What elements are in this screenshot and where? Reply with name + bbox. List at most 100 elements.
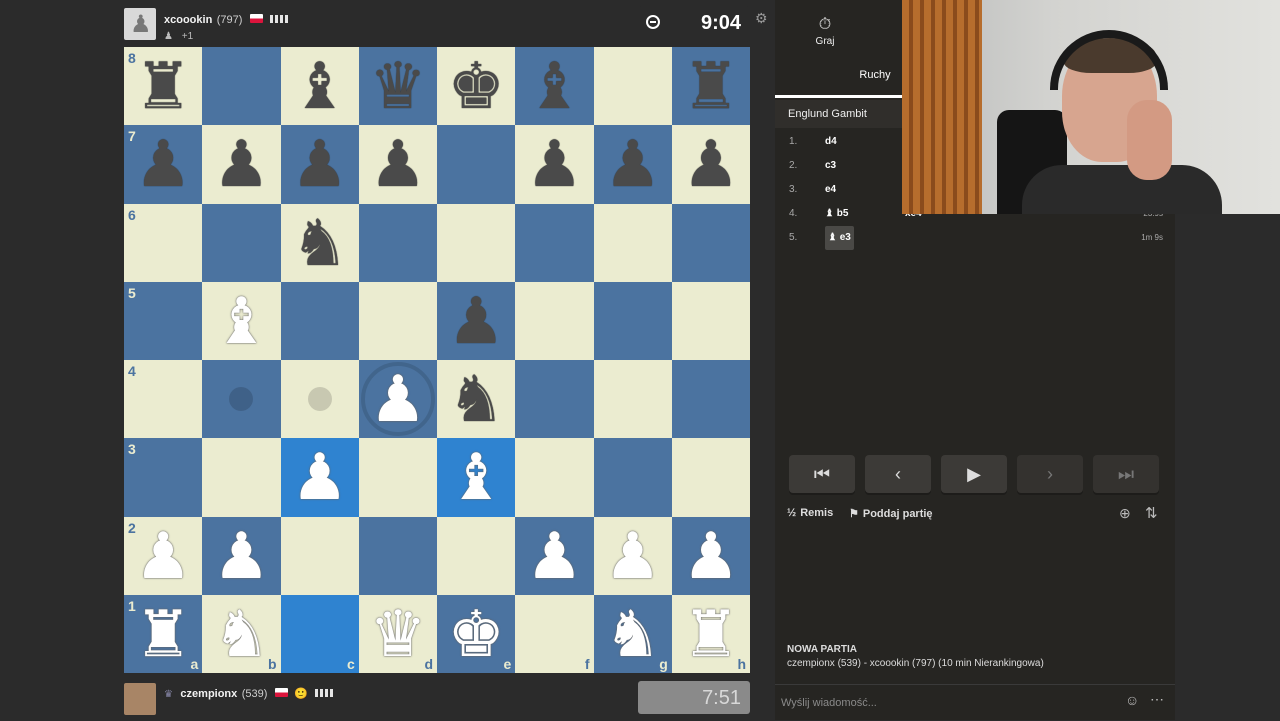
bottom-player-avatar[interactable] xyxy=(124,683,156,715)
bottom-player-name[interactable]: czempionx xyxy=(180,688,237,700)
more-icon[interactable]: ⋯ xyxy=(1150,691,1164,708)
black-knight-icon[interactable]: ♞ xyxy=(291,211,348,275)
play-button[interactable]: ▶ xyxy=(941,455,1007,493)
first-move-button[interactable]: ⏮ xyxy=(789,455,855,493)
white-move[interactable]: d4 xyxy=(825,130,837,154)
square-c3[interactable]: ♟ xyxy=(280,438,359,517)
white-knight-icon[interactable]: ♞ xyxy=(604,602,661,666)
square-c1[interactable]: c xyxy=(280,594,359,673)
square-a5[interactable]: 5 xyxy=(124,281,203,360)
square-h4[interactable] xyxy=(671,360,750,439)
settings-gear-icon[interactable]: ⚙ xyxy=(755,10,768,27)
square-d3[interactable] xyxy=(358,438,437,517)
square-e7[interactable] xyxy=(437,125,516,204)
square-h2[interactable]: ♟ xyxy=(671,516,750,595)
black-pawn-icon[interactable]: ♟ xyxy=(682,132,739,196)
white-rook-icon[interactable]: ♜ xyxy=(682,602,739,666)
square-d6[interactable] xyxy=(358,203,437,282)
square-g4[interactable] xyxy=(593,360,672,439)
square-g1[interactable]: g ♞ xyxy=(593,594,672,673)
square-h8[interactable]: ♜ xyxy=(671,47,750,126)
black-pawn-icon[interactable]: ♟ xyxy=(604,132,661,196)
black-king-icon[interactable]: ♚ xyxy=(447,54,504,118)
square-c5[interactable] xyxy=(280,281,359,360)
square-h6[interactable] xyxy=(671,203,750,282)
black-bishop-icon[interactable]: ♝ xyxy=(526,54,583,118)
tab-play[interactable]: ⏱ Graj xyxy=(785,16,865,47)
top-player-name[interactable]: xcoookin xyxy=(164,14,212,26)
prev-move-button[interactable]: ‹ xyxy=(865,455,931,493)
square-c2[interactable] xyxy=(280,516,359,595)
square-h3[interactable] xyxy=(671,438,750,517)
square-a8[interactable]: 8 ♜ xyxy=(124,47,203,126)
square-g3[interactable] xyxy=(593,438,672,517)
black-rook-icon[interactable]: ♜ xyxy=(134,54,191,118)
square-f3[interactable] xyxy=(515,438,594,517)
square-f6[interactable] xyxy=(515,203,594,282)
add-icon[interactable]: ⊕ xyxy=(1119,505,1131,522)
square-h5[interactable] xyxy=(671,281,750,360)
white-move[interactable]: ♝ e3 xyxy=(825,226,854,250)
chat-input[interactable] xyxy=(779,693,1113,713)
square-d4[interactable]: ♟ xyxy=(358,360,437,439)
white-move[interactable]: e4 xyxy=(825,178,836,202)
white-knight-icon[interactable]: ♞ xyxy=(213,602,270,666)
white-pawn-icon[interactable]: ♟ xyxy=(526,524,583,588)
square-g2[interactable]: ♟ xyxy=(593,516,672,595)
square-e6[interactable] xyxy=(437,203,516,282)
square-f7[interactable]: ♟ xyxy=(515,125,594,204)
square-a2[interactable]: 2 ♟ xyxy=(124,516,203,595)
next-move-button[interactable]: › xyxy=(1017,455,1083,493)
black-pawn-icon[interactable]: ♟ xyxy=(291,132,348,196)
square-c7[interactable]: ♟ xyxy=(280,125,359,204)
black-pawn-icon[interactable]: ♟ xyxy=(369,132,426,196)
square-b5[interactable]: ♝ xyxy=(202,281,281,360)
white-pawn-icon[interactable]: ♟ xyxy=(291,445,348,509)
square-b8[interactable] xyxy=(202,47,281,126)
square-e5[interactable]: ♟ xyxy=(437,281,516,360)
black-pawn-icon[interactable]: ♟ xyxy=(526,132,583,196)
square-b3[interactable] xyxy=(202,438,281,517)
white-rook-icon[interactable]: ♜ xyxy=(134,602,191,666)
last-move-button[interactable]: ⏭ xyxy=(1093,455,1159,493)
square-g7[interactable]: ♟ xyxy=(593,125,672,204)
square-f2[interactable]: ♟ xyxy=(515,516,594,595)
square-h1[interactable]: h ♜ xyxy=(671,594,750,673)
chess-board[interactable]: 8 ♜ ♝ ♛ ♚ ♝ ♜ 7 ♟ ♟ ♟ ♟ ♟ ♟ ♟ 6 ♞ 5 ♝ ♟ 4 ♟ ♞ 3 ♟ ♝ 2 ♟ ♟ ♟ ♟ ♟ 1 a ♜ b ♞ c d ♛… xyxy=(124,47,750,673)
square-d2[interactable] xyxy=(358,516,437,595)
square-a1[interactable]: 1 a ♜ xyxy=(124,594,203,673)
square-a4[interactable]: 4 xyxy=(124,360,203,439)
white-pawn-icon[interactable]: ♟ xyxy=(604,524,661,588)
top-player-avatar[interactable]: ♟ xyxy=(124,8,156,40)
square-a3[interactable]: 3 xyxy=(124,438,203,517)
square-a7[interactable]: 7 ♟ xyxy=(124,125,203,204)
white-pawn-icon[interactable]: ♟ xyxy=(213,524,270,588)
resign-button[interactable]: ⚑ Poddaj partię xyxy=(849,507,933,520)
square-e3[interactable]: ♝ xyxy=(437,438,516,517)
black-bishop-icon[interactable]: ♝ xyxy=(291,54,348,118)
square-e1[interactable]: e ♚ xyxy=(437,594,516,673)
flip-board-icon[interactable]: ⇅ xyxy=(1145,504,1158,522)
white-move[interactable]: c3 xyxy=(825,154,836,178)
white-king-icon[interactable]: ♚ xyxy=(447,602,504,666)
draw-button[interactable]: ½ Remis xyxy=(787,507,833,519)
square-d1[interactable]: d ♛ xyxy=(358,594,437,673)
emoji-icon[interactable]: ☺ xyxy=(1125,692,1139,708)
square-a6[interactable]: 6 xyxy=(124,203,203,282)
white-bishop-icon[interactable]: ♝ xyxy=(213,289,270,353)
white-pawn-icon[interactable]: ♟ xyxy=(134,524,191,588)
square-e8[interactable]: ♚ xyxy=(437,47,516,126)
black-pawn-icon[interactable]: ♟ xyxy=(447,289,504,353)
square-c4[interactable] xyxy=(280,360,359,439)
black-queen-icon[interactable]: ♛ xyxy=(369,54,426,118)
square-b2[interactable]: ♟ xyxy=(202,516,281,595)
white-move[interactable]: ♝ b5 xyxy=(825,202,848,226)
square-c8[interactable]: ♝ xyxy=(280,47,359,126)
square-e2[interactable] xyxy=(437,516,516,595)
square-c6[interactable]: ♞ xyxy=(280,203,359,282)
square-e4[interactable]: ♞ xyxy=(437,360,516,439)
square-f4[interactable] xyxy=(515,360,594,439)
move-hint-dot[interactable] xyxy=(307,387,332,412)
square-g8[interactable] xyxy=(593,47,672,126)
square-d7[interactable]: ♟ xyxy=(358,125,437,204)
